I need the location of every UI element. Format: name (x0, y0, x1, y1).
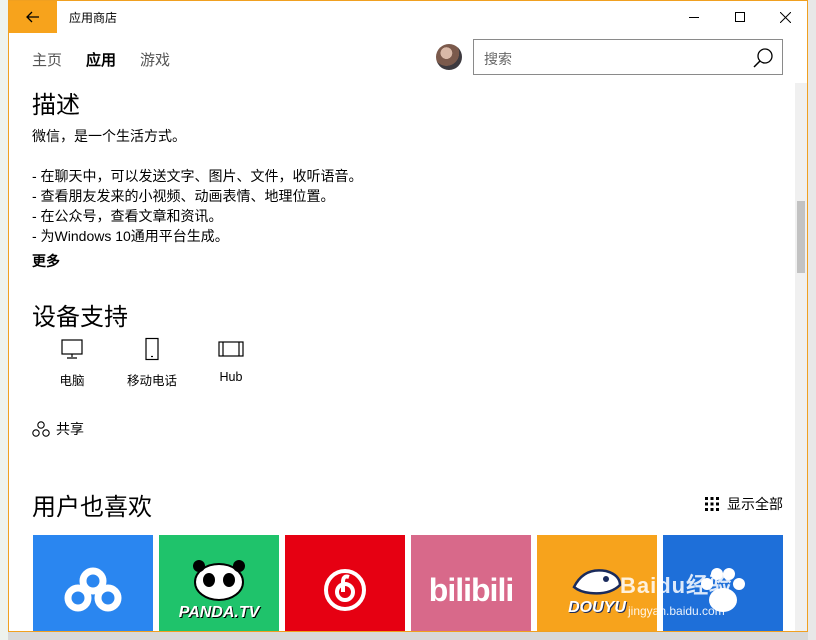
panda-tv-text: PANDA.TV (178, 604, 260, 621)
vertical-scrollbar[interactable] (795, 83, 807, 631)
background-right (808, 0, 816, 640)
back-button[interactable] (9, 1, 57, 33)
app-detail-content: 描述 微信，是一个生活方式。 - 在聊天中，可以发送文字、图片、文件，收听语音。… (9, 83, 795, 631)
background-left (0, 0, 8, 640)
app-tile-bilibili[interactable]: bilibili (411, 535, 531, 631)
share-label: 共享 (56, 421, 84, 437)
device-hub: Hub (196, 337, 266, 384)
netease-music-logo-icon (324, 569, 366, 611)
maximize-icon (735, 12, 745, 22)
close-icon (779, 11, 791, 23)
description-intro: 微信，是一个生活方式。 (32, 128, 186, 144)
device-label: 电脑 (59, 374, 85, 388)
scrollbar-thumb[interactable] (797, 201, 805, 273)
device-label: Hub (219, 370, 243, 384)
grid-icon (705, 497, 719, 511)
search-input[interactable]: 搜索 (484, 49, 512, 69)
minimize-button[interactable] (671, 1, 717, 33)
title-bar: 应用商店 (9, 1, 807, 33)
description-bullet: - 在聊天中，可以发送文字、图片、文件，收听语音。 (32, 168, 363, 184)
device-label: 移动电话 (126, 374, 177, 388)
maximize-button[interactable] (717, 1, 763, 33)
description-bullet: - 在公众号，查看文章和资讯。 (32, 208, 223, 224)
share-button[interactable]: 共享 (32, 419, 84, 439)
device-support-heading: 设备支持 (32, 304, 128, 331)
douyu-text: DOUYU (568, 599, 626, 616)
more-link[interactable]: 更多 (32, 251, 60, 271)
search-icon[interactable] (752, 47, 774, 69)
show-all-label: 显示全部 (727, 496, 783, 512)
tab-home[interactable]: 主页 (32, 49, 62, 70)
hub-icon (218, 341, 244, 357)
tab-apps[interactable]: 应用 (86, 49, 116, 70)
description-bullet: - 为Windows 10通用平台生成。 (32, 228, 229, 244)
close-button[interactable] (762, 1, 807, 33)
share-icon (32, 421, 50, 437)
app-tile-netease-music[interactable] (285, 535, 405, 631)
pc-icon (61, 339, 83, 359)
user-avatar[interactable] (436, 44, 462, 70)
bilibili-logo-text: bilibili (428, 571, 514, 608)
tab-games[interactable]: 游戏 (140, 49, 170, 70)
panda-logo-icon (193, 560, 245, 601)
nav-bar: 主页 应用 游戏 搜索 (9, 33, 807, 83)
app-tile-baidu-cloud[interactable] (33, 535, 153, 631)
window-title: 应用商店 (69, 11, 118, 25)
description-bullet: - 查看朋友发来的小视频、动画表情、地理位置。 (32, 188, 335, 204)
minimize-icon (689, 17, 699, 18)
search-box[interactable]: 搜索 (473, 39, 783, 75)
app-tile-panda-tv[interactable]: PANDA.TV (159, 535, 279, 631)
store-window: 应用商店 主页 应用 游戏 搜索 描述 微信，是一个生活方式。 - 在聊天中，可… (8, 0, 808, 632)
watermark-url: jingyan.baidu.com (628, 604, 725, 618)
phone-icon (145, 337, 159, 361)
device-phone: 移动电话 (117, 337, 187, 389)
show-all-button[interactable]: 显示全部 (705, 494, 783, 514)
douyu-shark-logo-icon (572, 569, 622, 595)
description-heading: 描述 (32, 92, 80, 119)
watermark-logo: Baidu经验 (620, 573, 733, 598)
also-like-heading: 用户也喜欢 (32, 494, 152, 521)
device-pc: 电脑 (37, 337, 107, 389)
back-arrow-icon (26, 11, 39, 23)
baidu-cloud-logo-icon (64, 567, 122, 612)
